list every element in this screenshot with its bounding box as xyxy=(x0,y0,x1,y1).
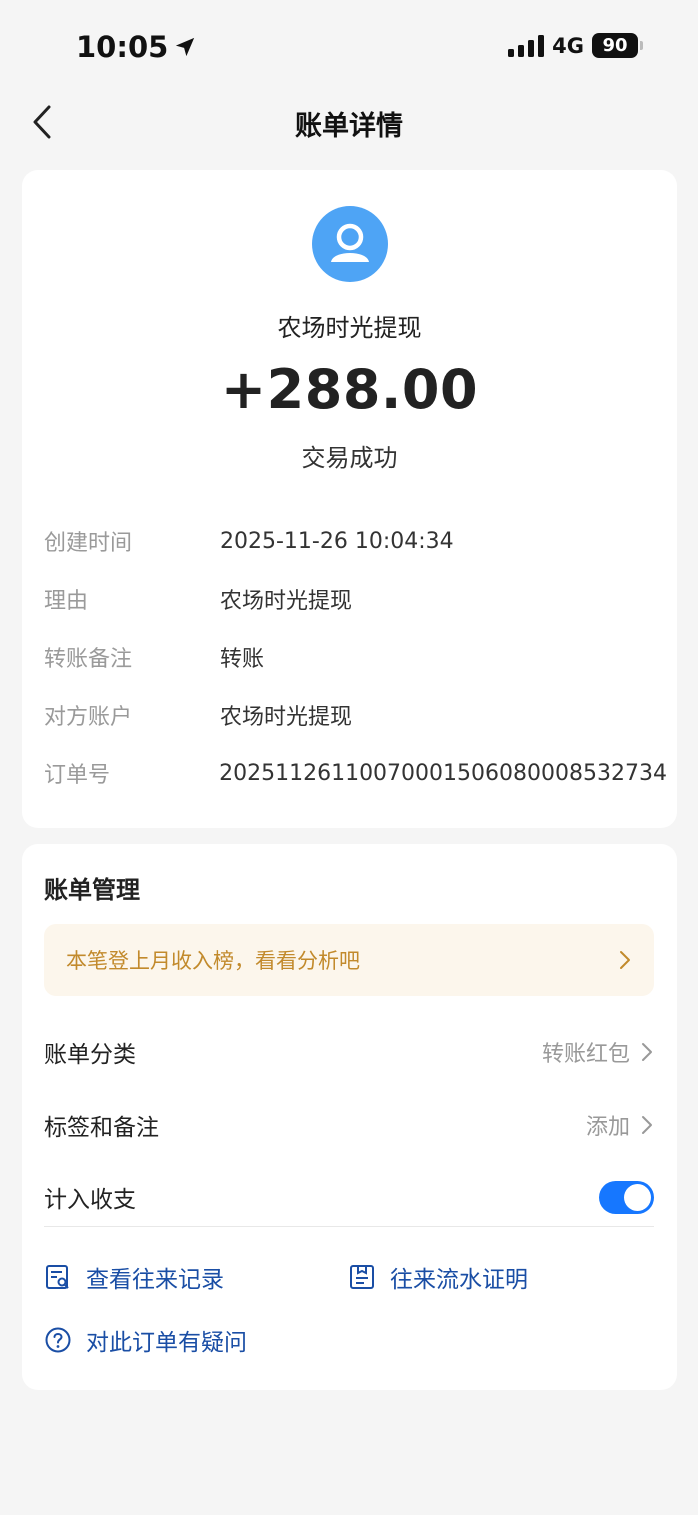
detail-row-created-time: 创建时间 2025-11-26 10:04:34 xyxy=(44,512,667,570)
tags-value: 添加 xyxy=(585,1115,630,1140)
detail-row-reason: 理由 农场时光提现 xyxy=(44,570,667,628)
detail-label: 转账备注 xyxy=(44,647,133,672)
income-label: 计入收支 xyxy=(44,1187,136,1213)
detail-label: 理由 xyxy=(44,589,89,614)
tags-label: 标签和备注 xyxy=(44,1115,159,1141)
include-income-toggle[interactable] xyxy=(599,1180,654,1214)
category-row[interactable]: 账单分类 转账红包 xyxy=(44,1022,654,1082)
order-question-link[interactable]: 对此订单有疑问 xyxy=(44,1323,247,1357)
detail-row-counterparty: 对方账户 农场时光提现 xyxy=(44,686,667,744)
order-question-label: 对此订单有疑问 xyxy=(86,1330,247,1356)
section-title: 账单管理 xyxy=(44,876,140,904)
question-icon xyxy=(45,1327,71,1353)
bill-management-card: 账单管理 本笔登上月收入榜，看看分析吧 账单分类 转账红包 标签和备注 添加 计… xyxy=(22,844,677,1390)
detail-label: 对方账户 xyxy=(44,705,133,730)
view-records-link[interactable]: 查看往来记录 xyxy=(44,1260,224,1294)
divider xyxy=(44,1226,654,1227)
banner-text: 本笔登上月收入榜，看看分析吧 xyxy=(66,949,360,973)
detail-list: 创建时间 2025-11-26 10:04:34 理由 农场时光提现 转账备注 … xyxy=(44,512,667,802)
flow-proof-label: 往来流水证明 xyxy=(390,1267,528,1293)
detail-value: 农场时光提现 xyxy=(220,705,353,730)
category-value: 转账红包 xyxy=(541,1042,630,1067)
transaction-card: 农场时光提现 +288.00 交易成功 创建时间 2025-11-26 10:0… xyxy=(22,170,677,828)
status-bar: 10:05 4G 90 xyxy=(0,0,698,90)
location-arrow-icon xyxy=(176,37,195,57)
view-records-label: 查看往来记录 xyxy=(86,1267,224,1293)
nav-bar: 账单详情 xyxy=(0,92,698,152)
transaction-amount: +288.00 xyxy=(220,358,479,421)
chevron-right-icon xyxy=(620,951,630,969)
transaction-status: 交易成功 xyxy=(301,444,398,472)
flow-proof-link[interactable]: 往来流水证明 xyxy=(348,1260,528,1294)
detail-label: 订单号 xyxy=(44,763,111,788)
user-icon xyxy=(331,223,369,262)
income-rank-banner[interactable]: 本笔登上月收入榜，看看分析吧 xyxy=(44,924,654,996)
detail-row-remark: 转账备注 转账 xyxy=(44,628,667,686)
category-label: 账单分类 xyxy=(44,1042,136,1068)
detail-row-order-number: 订单号 2025112611007000150608000853273​4 xyxy=(44,744,667,802)
document-icon xyxy=(350,1265,374,1289)
avatar xyxy=(312,206,388,282)
detail-label: 创建时间 xyxy=(44,531,133,556)
network-type: 4G xyxy=(552,33,584,58)
tags-row[interactable]: 标签和备注 添加 xyxy=(44,1095,654,1155)
add-tags-button[interactable]: 添加 xyxy=(586,1109,654,1141)
category-selector[interactable]: 转账红包 xyxy=(542,1036,654,1068)
income-row: 计入收支 xyxy=(44,1167,654,1227)
detail-value: 转账 xyxy=(220,647,265,672)
record-search-icon xyxy=(46,1265,69,1289)
payee-name: 农场时光提现 xyxy=(277,314,422,342)
status-time: 10:05 xyxy=(76,30,196,64)
page-title: 账单详情 xyxy=(295,111,403,142)
detail-value: 2025-11-26 10:04:34 xyxy=(220,528,454,554)
chevron-right-icon xyxy=(642,1043,652,1061)
signal-icon xyxy=(508,34,545,57)
chevron-right-icon xyxy=(642,1116,652,1134)
battery-icon: 90 xyxy=(592,33,643,58)
order-number: 2025112611007000150608000853273​4 xyxy=(219,760,667,786)
detail-value: 农场时光提现 xyxy=(220,589,353,614)
